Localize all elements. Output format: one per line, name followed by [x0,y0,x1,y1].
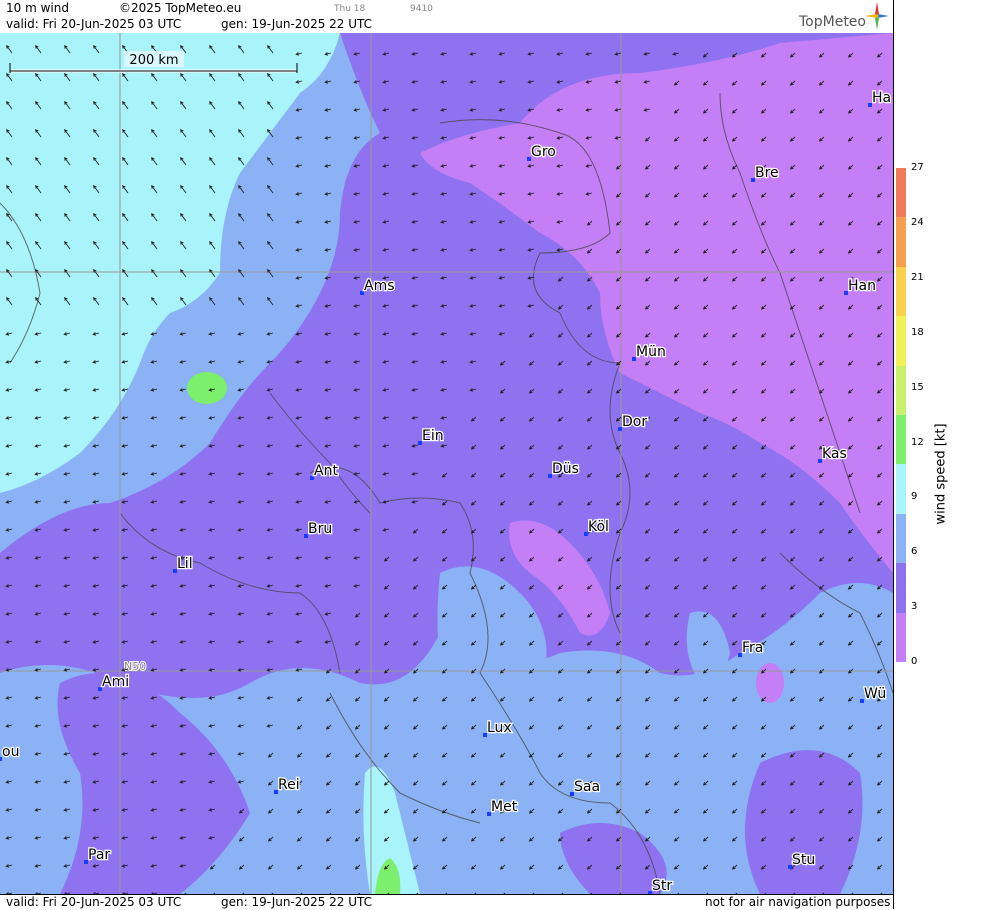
legend-tick-label: 3 [911,601,918,613]
legend-color-segment [896,168,906,218]
legend-color-segment [896,365,906,415]
city-label: Rei [278,777,300,793]
city-marker: Lux [483,719,513,737]
legend-color-segment [896,217,906,267]
city-label: Bre [755,165,779,181]
city-marker: Stu [788,851,817,869]
city-label: Ant [314,463,338,479]
map-header: 10 m wind ©2025 TopMeteo.eu Thu 18 9410 … [0,0,893,33]
city-marker: Mün [632,343,667,361]
footer-valid-time: valid: Fri 20-Jun-2025 03 UTC [6,895,182,909]
city-label: Lil [177,556,193,572]
city-label: Köl [588,519,609,535]
city-label: Ami [102,674,129,690]
city-marker: Dor [618,413,649,431]
nav-day-link[interactable]: Thu 18 [334,4,365,14]
legend-color-segment [896,612,906,662]
city-label: Gro [531,144,556,160]
legend-tick-label: 27 [911,162,924,173]
copyright-text: ©2025 TopMeteo.eu [119,1,242,15]
city-marker: Düs [548,460,580,478]
city-label: Met [491,799,518,815]
city-marker: Köl [584,518,610,536]
legend-color-segment [896,464,906,514]
topmeteo-logo-text: TopMeteo [799,14,866,30]
wind-map: N50 200 km Gro Bre Ha Ams Han Mün Dor Ein Kas Ant… [0,33,893,894]
calm-patch [756,663,784,703]
valid-time: valid: Fri 20-Jun-2025 03 UTC [6,17,182,31]
city-label: Str [652,878,672,894]
disclaimer-text: not for air navigation purposes [705,895,891,909]
legend-color-segment [896,316,906,366]
city-marker: Ami [98,673,130,691]
city-marker: Met [487,798,519,816]
legend-tick-label: 9 [911,491,918,503]
scale-label: 200 km [129,53,178,68]
city-marker: Bre [751,164,780,182]
city-label: Lux [487,720,512,736]
city-marker: Ein [418,427,445,445]
city-label: Mün [636,344,666,360]
city-marker: Ha [868,89,892,107]
city-marker: Gro [527,143,557,161]
city-label: Wü [864,686,886,702]
legend-tick-label: 18 [911,326,924,338]
city-marker: Saa [570,778,601,796]
city-marker: Ant [310,462,340,480]
legend-tick-label: 15 [911,381,924,393]
city-label: Bru [308,521,332,537]
legend-color-segment [896,563,906,613]
city-label: Saa [574,779,600,795]
city-marker: Kas [818,445,848,463]
nav-code-link[interactable]: 9410 [410,4,433,14]
city-marker: Ams [360,277,396,295]
legend-tick-label: 6 [911,546,918,558]
city-label: Dor [622,414,647,430]
map-footer: valid: Fri 20-Jun-2025 03 UTC gen: 19-Ju… [0,894,893,910]
city-label: Ams [364,278,395,294]
legend-tick-label: 21 [911,271,924,283]
city-label: Stu [792,852,815,868]
legend-color-segment [896,513,906,564]
city-label: Han [848,278,876,294]
city-marker: Bru [304,520,333,538]
city-marker: ou [0,743,21,761]
city-label: Par [88,847,110,863]
city-marker: Wü [860,685,887,703]
legend-title: wind speed [kt] [933,423,949,525]
city-label: Düs [552,461,579,477]
generated-time: gen: 19-Jun-2025 22 UTC [221,17,373,31]
city-label: ou [2,744,19,760]
legend-tick-label: 0 [911,656,918,668]
legend-color-bar [896,168,906,662]
light-wind-area [745,750,863,894]
footer-generated-time: gen: 19-Jun-2025 22 UTC [221,895,373,909]
city-label: Fra [742,640,763,656]
strong-wind-patch [187,372,227,404]
product-title: 10 m wind [6,1,69,15]
legend-tick-label: 24 [911,216,924,228]
legend-color-segment [896,266,906,317]
legend-color-segment [896,414,906,465]
city-label: Ein [422,428,444,444]
city-label: Ha [872,90,891,106]
compass-star-icon [865,2,889,30]
legend-tick-label: 12 [911,436,924,448]
city-marker: Par [84,846,112,864]
city-label: Kas [822,446,847,462]
lat-label: N50 [124,660,146,673]
city-marker: Rei [274,776,301,794]
city-marker: Han [844,277,877,295]
city-marker: Fra [738,639,765,657]
city-marker: Str [648,877,674,894]
